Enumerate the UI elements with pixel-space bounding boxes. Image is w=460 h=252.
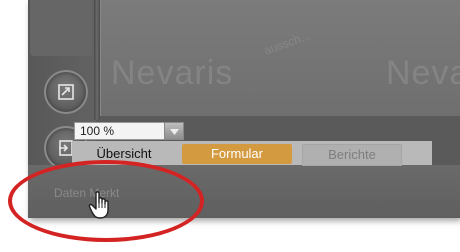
hand-cursor-icon [88,190,114,225]
tab-berichte[interactable]: Berichte [302,144,402,166]
watermark-arc-text: aussch... [262,28,312,58]
chevron-down-icon [169,122,179,140]
zoom-value[interactable]: 100 % [74,122,164,140]
watermark-logo-right: Nevaris [386,54,460,92]
zoom-select[interactable]: 100 % [74,122,184,140]
report-export-icon [57,83,75,101]
zoom-dropdown-button[interactable] [164,122,184,140]
main-content-area: Nevaris Nevaris aussch... [100,0,460,116]
toolbar-header [30,0,92,56]
watermark-logo: Nevaris [111,54,234,92]
tab-formular[interactable]: Formular [182,144,292,164]
report-export-button[interactable] [44,70,88,114]
